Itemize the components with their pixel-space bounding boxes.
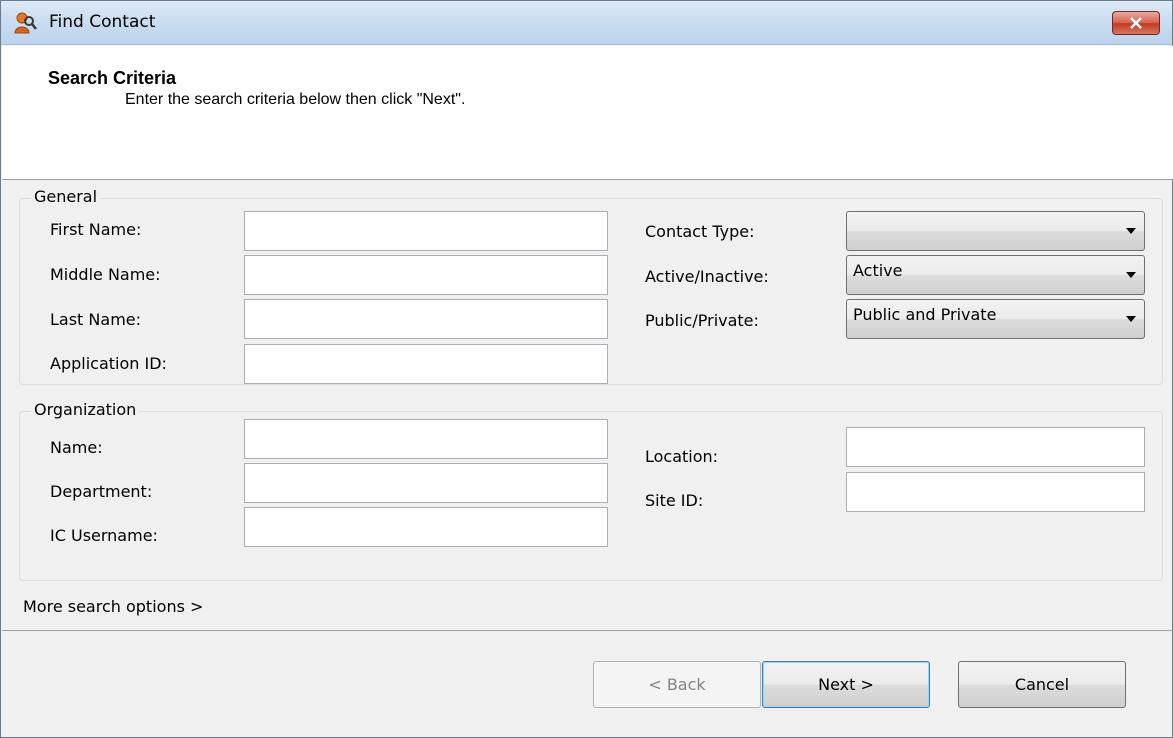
chevron-down-icon — [1126, 228, 1136, 234]
location-field[interactable] — [846, 427, 1145, 467]
department-label: Department: — [50, 482, 153, 501]
active-inactive-label: Active/Inactive: — [645, 267, 769, 286]
next-button[interactable]: Next > — [762, 661, 930, 708]
application-id-field[interactable] — [244, 344, 608, 384]
cancel-button[interactable]: Cancel — [958, 661, 1126, 708]
chevron-down-icon — [1126, 316, 1136, 322]
find-contact-dialog: Find Contact Search Criteria Enter the s… — [0, 0, 1173, 738]
public-private-value: Public and Private — [853, 305, 997, 324]
organization-group-label: Organization — [31, 400, 140, 419]
middle-name-field[interactable] — [244, 255, 608, 295]
department-field[interactable] — [244, 463, 608, 503]
active-inactive-value: Active — [853, 261, 903, 280]
first-name-field[interactable] — [244, 211, 608, 251]
header-subtitle: Enter the search criteria below then cli… — [125, 91, 466, 108]
public-private-dropdown[interactable]: Public and Private — [846, 299, 1145, 339]
wizard-header: Search Criteria Enter the search criteri… — [2, 46, 1173, 180]
ic-username-field[interactable] — [244, 507, 608, 547]
first-name-label: First Name: — [50, 220, 142, 239]
footer-divider — [2, 630, 1173, 631]
org-name-field[interactable] — [244, 419, 608, 459]
general-group-label: General — [31, 187, 101, 206]
window-title: Find Contact — [49, 12, 156, 32]
location-label: Location: — [645, 447, 719, 466]
contact-search-icon — [13, 11, 37, 35]
public-private-label: Public/Private: — [645, 311, 759, 330]
close-button[interactable] — [1112, 11, 1160, 35]
site-id-label: Site ID: — [645, 491, 704, 510]
ic-username-label: IC Username: — [50, 526, 158, 545]
org-name-label: Name: — [50, 438, 103, 457]
last-name-label: Last Name: — [50, 310, 142, 329]
more-search-options-link[interactable]: More search options > — [23, 597, 203, 616]
active-inactive-dropdown[interactable]: Active — [846, 255, 1145, 295]
header-title: Search Criteria — [48, 68, 177, 88]
title-bar[interactable]: Find Contact — [1, 1, 1172, 45]
contact-type-dropdown[interactable] — [846, 211, 1145, 251]
contact-type-label: Contact Type: — [645, 222, 755, 241]
last-name-field[interactable] — [244, 299, 608, 339]
middle-name-label: Middle Name: — [50, 265, 161, 284]
back-button[interactable]: < Back — [593, 661, 761, 708]
close-icon — [1130, 17, 1142, 29]
site-id-field[interactable] — [846, 472, 1145, 512]
chevron-down-icon — [1126, 272, 1136, 278]
application-id-label: Application ID: — [50, 354, 167, 373]
